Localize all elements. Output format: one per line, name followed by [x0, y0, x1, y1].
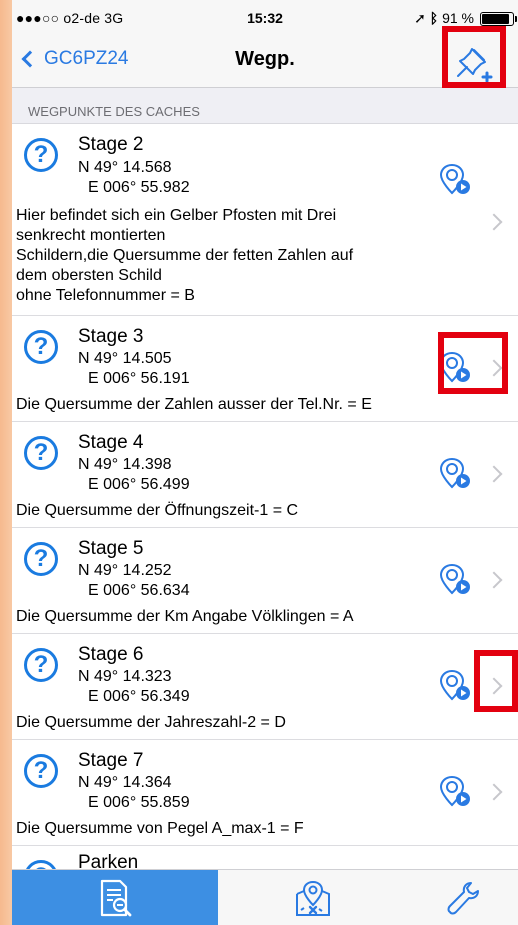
waypoint-row-stage-6[interactable]: ? Stage 6 N 49° 14.323 E 006° 56.349 Die…	[12, 634, 518, 740]
waypoint-name: Stage 7	[78, 750, 144, 771]
section-header: WEGPUNKTE DES CACHES	[12, 88, 518, 124]
map-pin-icon	[296, 880, 330, 916]
waypoint-name: Stage 5	[78, 538, 144, 559]
navigate-to-waypoint-icon[interactable]	[438, 668, 472, 702]
waypoint-row-stage-7[interactable]: ? Stage 7 N 49° 14.364 E 006° 55.859 Die…	[12, 740, 518, 846]
waypoint-description: Die Quersumme von Pegel A_max-1 = F	[16, 820, 304, 837]
waypoint-description: Die Quersumme der Öffnungszeit-1 = C	[16, 502, 299, 519]
waypoint-name: Stage 6	[78, 644, 144, 665]
waypoint-row-stage-5[interactable]: ? Stage 5 N 49° 14.252 E 006° 56.634 Die…	[12, 528, 518, 634]
waypoint-description: Die Quersumme der Km Angabe Völklingen =…	[16, 608, 354, 625]
waypoint-name: Stage 4	[78, 432, 144, 453]
chevron-right-icon[interactable]	[485, 213, 503, 231]
highlight-box-add-pin	[442, 26, 506, 88]
waypoint-latitude: N 49° 14.398	[78, 456, 172, 473]
waypoint-latitude: N 49° 14.252	[78, 562, 172, 579]
question-icon: ?	[24, 138, 58, 172]
tab-bar	[12, 869, 518, 925]
waypoint-description: Die Quersumme der Jahreszahl-2 = D	[16, 714, 286, 731]
tab-tools[interactable]	[408, 870, 518, 925]
navigate-to-waypoint-icon[interactable]	[438, 456, 472, 490]
tab-waypoint-list[interactable]	[12, 870, 218, 925]
highlight-box-chevron	[474, 650, 518, 712]
status-indicators: ➚ ᛒ 91 %	[414, 10, 474, 27]
waypoint-longitude: E 006° 56.499	[88, 476, 190, 493]
chevron-right-icon[interactable]	[485, 571, 503, 589]
tab-map[interactable]	[218, 870, 408, 925]
waypoint-longitude: E 006° 56.191	[88, 370, 190, 387]
chevron-right-icon[interactable]	[485, 783, 503, 801]
waypoint-row-stage-2[interactable]: ? Stage 2 N 49° 14.568 E 006° 55.982 Hie…	[12, 124, 518, 316]
location-arrow-icon: ➚	[414, 10, 426, 26]
highlight-box-navigate	[438, 332, 508, 394]
chevron-right-icon[interactable]	[485, 465, 503, 483]
waypoint-longitude: E 006° 55.982	[88, 179, 190, 196]
waypoint-row-stage-3[interactable]: ? Stage 3 N 49° 14.505 E 006° 56.191 Die…	[12, 316, 518, 422]
waypoint-name: Stage 3	[78, 326, 144, 347]
battery-percent: 91 %	[442, 10, 474, 26]
waypoint-description: Hier befindet sich ein Gelber Pfosten mi…	[16, 207, 354, 304]
app-screen: ●●●○○ o2-de 3G 15:32 ➚ ᛒ 91 % GC6PZ24 We…	[12, 0, 518, 925]
waypoint-latitude: N 49° 14.323	[78, 668, 172, 685]
waypoint-name: Stage 2	[78, 134, 144, 155]
document-search-icon	[100, 879, 132, 917]
waypoint-latitude: N 49° 14.568	[78, 159, 172, 176]
waypoint-latitude: N 49° 14.505	[78, 350, 172, 367]
question-icon: ?	[24, 330, 58, 364]
navigate-to-waypoint-icon[interactable]	[438, 162, 472, 196]
navigation-bar: GC6PZ24 Wegp.	[12, 26, 518, 88]
question-icon: ?	[24, 648, 58, 682]
question-icon: ?	[24, 436, 58, 470]
waypoint-longitude: E 006° 56.634	[88, 582, 190, 599]
question-icon: ?	[24, 542, 58, 576]
waypoint-row-stage-4[interactable]: ? Stage 4 N 49° 14.398 E 006° 56.499 Die…	[12, 422, 518, 528]
wrench-icon	[447, 882, 479, 915]
waypoint-longitude: E 006° 56.349	[88, 688, 190, 705]
navigate-to-waypoint-icon[interactable]	[438, 562, 472, 596]
question-icon: ?	[24, 754, 58, 788]
navigate-to-waypoint-icon[interactable]	[438, 774, 472, 808]
battery-icon	[480, 12, 517, 26]
waypoint-longitude: E 006° 55.859	[88, 794, 190, 811]
bluetooth-icon: ᛒ	[429, 10, 439, 26]
waypoint-latitude: N 49° 14.364	[78, 774, 172, 791]
waypoint-description: Die Quersumme der Zahlen ausser der Tel.…	[16, 396, 372, 413]
